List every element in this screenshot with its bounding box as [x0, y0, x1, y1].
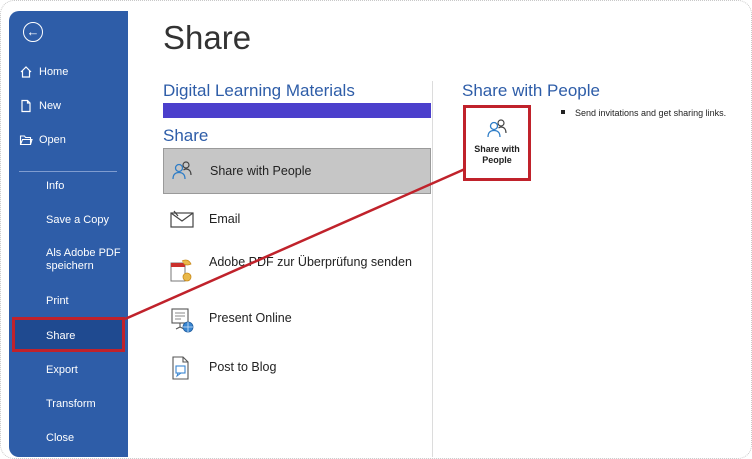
share-heading: Share: [163, 126, 209, 145]
nav-export-label: Export: [46, 364, 78, 376]
detail-heading: Share with People: [462, 81, 600, 100]
open-folder-icon: [19, 133, 33, 147]
nav-home-label: Home: [39, 66, 69, 78]
people-icon: [485, 116, 511, 147]
adobe-pdf-review-icon: [169, 257, 193, 282]
bullet-marker: [561, 110, 565, 114]
share-with-people-tile-label: Share with People: [474, 144, 520, 165]
nav-transform-label: Transform: [46, 398, 96, 410]
option-adobe-pdf-review[interactable]: Adobe PDF zur Überprüfung senden: [163, 247, 431, 293]
nav-new-label: New: [39, 100, 62, 112]
option-present-online-label: Present Online: [209, 311, 292, 325]
new-document-icon: [19, 99, 33, 113]
share-with-people-tile[interactable]: Share with People: [463, 105, 531, 181]
option-adobe-pdf-review-label: Adobe PDF zur Überprüfung senden: [209, 255, 412, 269]
option-share-with-people[interactable]: Share with People: [163, 148, 431, 194]
document-path-bar: [163, 103, 431, 118]
share-nav-highlight-box: [12, 317, 125, 352]
nav-open-label: Open: [39, 134, 66, 146]
option-post-to-blog[interactable]: Post to Blog: [163, 345, 431, 391]
nav-save-a-copy-label: Save a Copy: [46, 214, 109, 226]
email-icon: [169, 207, 194, 231]
nav-adobe-pdf-label: Als Adobe PDF speichern: [46, 247, 121, 272]
nav-close-label: Close: [46, 432, 75, 444]
document-name: Digital Learning Materials: [163, 81, 355, 100]
blog-post-icon: [169, 355, 193, 380]
option-present-online[interactable]: Present Online: [163, 296, 431, 342]
home-icon: [19, 65, 33, 79]
present-online-icon: [169, 306, 194, 333]
page-title: Share: [163, 19, 252, 56]
option-post-to-blog-label: Post to Blog: [209, 360, 277, 374]
option-share-with-people-label: Share with People: [210, 164, 312, 178]
backstage-sidebar: ← Home New Open Info Save a Copy Als Ado…: [9, 11, 128, 457]
option-email[interactable]: Email: [163, 197, 431, 243]
screenshot-frame: ← Home New Open Info Save a Copy Als Ado…: [0, 0, 752, 459]
nav-info-label: Info: [46, 180, 65, 192]
option-email-label: Email: [209, 212, 241, 226]
detail-bullet-text: Send invitations and get sharing links.: [575, 108, 727, 118]
nav-print-label: Print: [46, 295, 69, 307]
sidebar-divider: [19, 171, 117, 172]
back-arrow-icon[interactable]: ←: [23, 22, 43, 42]
panel-divider: [432, 81, 433, 457]
people-icon: [170, 159, 194, 183]
